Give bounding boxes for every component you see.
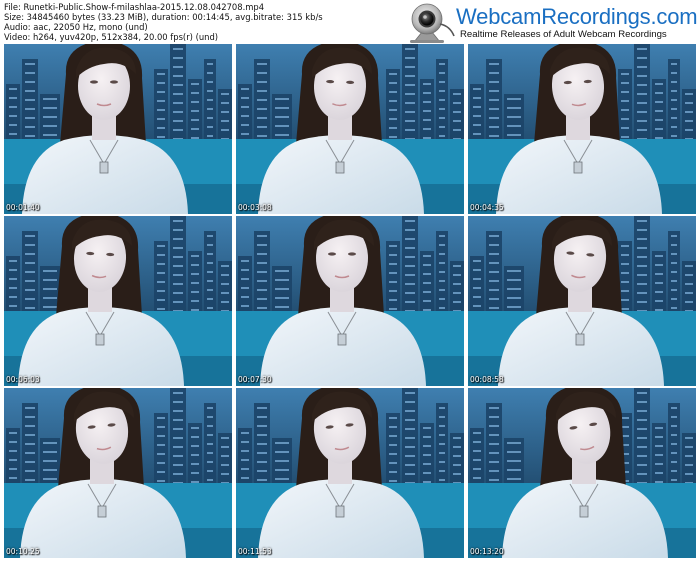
frame-timestamp: 00:11:53 xyxy=(238,547,272,556)
frame-timestamp: 00:10:25 xyxy=(6,547,40,556)
video-frame-image xyxy=(4,44,232,214)
video-thumbnail: 00:07:30 xyxy=(236,216,464,386)
video-frame-image xyxy=(468,388,696,558)
contact-sheet-header: File: Runetki-Public.Show-f-milashlaa-20… xyxy=(0,0,700,44)
video-thumbnail: 00:11:53 xyxy=(236,388,464,558)
frame-timestamp: 00:03:08 xyxy=(238,203,272,212)
video-thumbnail: 00:08:58 xyxy=(468,216,696,386)
frame-timestamp: 00:07:30 xyxy=(238,375,272,384)
video-thumbnail: 00:06:03 xyxy=(4,216,232,386)
video-frame-image xyxy=(468,216,696,386)
video-frame-image xyxy=(4,388,232,558)
video-info-line: Video: h264, yuv420p, 512x384, 20.00 fps… xyxy=(4,32,219,42)
logo-title: WebcamRecordings.com xyxy=(456,4,698,29)
video-frame-image xyxy=(4,216,232,386)
frame-timestamp: 00:08:58 xyxy=(470,375,504,384)
frame-timestamp: 00:06:03 xyxy=(6,375,40,384)
file-size-line: Size: 34845460 bytes (33.23 MiB), durati… xyxy=(4,12,323,22)
video-thumbnail: 00:01:40 xyxy=(4,44,232,214)
logo-tagline: Realtime Releases of Adult Webcam Record… xyxy=(460,29,667,40)
video-thumbnail: 00:03:08 xyxy=(236,44,464,214)
frame-timestamp: 00:01:40 xyxy=(6,203,40,212)
frame-timestamp: 00:13:20 xyxy=(470,547,504,556)
file-metadata: File: Runetki-Public.Show-f-milashlaa-20… xyxy=(4,2,323,42)
video-frame-image xyxy=(236,44,464,214)
video-frame-image xyxy=(236,388,464,558)
video-frame-image xyxy=(236,216,464,386)
audio-info-line: Audio: aac, 22050 Hz, mono (und) xyxy=(4,22,148,32)
video-thumbnail: 00:04:35 xyxy=(468,44,696,214)
video-frame-image xyxy=(468,44,696,214)
site-logo: WebcamRecordings.com Realtime Releases o… xyxy=(400,2,698,44)
webcam-icon xyxy=(410,3,455,43)
thumbnail-grid: 00:01:40 00:03:08 00:04:35 00:06:03 00:0… xyxy=(4,44,698,562)
frame-timestamp: 00:04:35 xyxy=(470,203,504,212)
file-name-line: File: Runetki-Public.Show-f-milashlaa-20… xyxy=(4,2,265,12)
video-thumbnail: 00:10:25 xyxy=(4,388,232,558)
video-thumbnail: 00:13:20 xyxy=(468,388,696,558)
